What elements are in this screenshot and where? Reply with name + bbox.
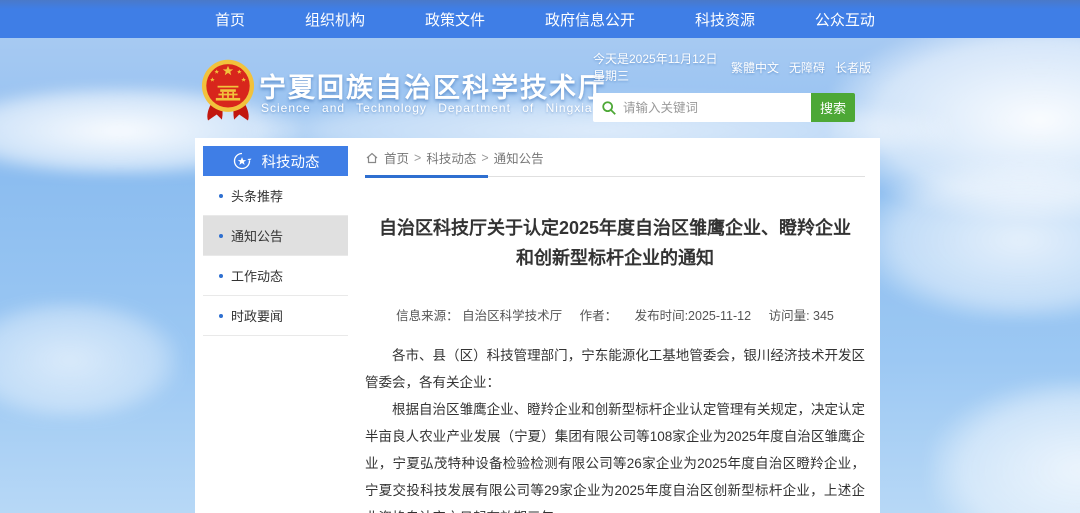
meta-visits: 访问量: 345	[769, 309, 834, 323]
breadcrumb-home[interactable]: 首页	[384, 148, 409, 167]
sidebar-item-label: 通知公告	[231, 226, 283, 245]
nav-item-home[interactable]: 首页	[215, 9, 245, 30]
nav-item-policy[interactable]: 政策文件	[425, 9, 485, 30]
nav-item-gov-info[interactable]: 政府信息公开	[545, 9, 635, 30]
national-emblem-logo	[200, 58, 256, 124]
bullet-dot	[219, 194, 223, 198]
sidebar-title: 科技动态	[262, 151, 320, 172]
sidebar: 科技动态 头条推荐 通知公告 工作动态 时政要闻	[203, 146, 348, 336]
site-title: 宁夏回族自治区科学技术厅	[259, 66, 607, 105]
search-box	[593, 93, 811, 122]
sidebar-item-notices[interactable]: 通知公告	[203, 216, 348, 256]
sidebar-item-label: 工作动态	[231, 266, 283, 285]
nav-item-interaction[interactable]: 公众互动	[815, 9, 875, 30]
main-panel: 科技动态 头条推荐 通知公告 工作动态 时政要闻	[195, 138, 880, 513]
meta-source: 信息来源： 自治区科学技术厅	[396, 309, 562, 323]
article-title-line1: 自治区科技厅关于认定2025年度自治区雏鹰企业、瞪羚企业	[365, 213, 865, 243]
nav-item-organization[interactable]: 组织机构	[305, 9, 365, 30]
article-paragraph: 各市、县（区）科技管理部门，宁东能源化工基地管委会，银川经济技术开发区管委会，各…	[365, 342, 865, 396]
sidebar-item-headlines[interactable]: 头条推荐	[203, 176, 348, 216]
home-icon	[365, 151, 379, 165]
breadcrumb-underline	[365, 175, 488, 178]
article-content: 首页 > 科技动态 > 通知公告 自治区科技厅关于认定2025年度自治区雏鹰企业…	[365, 148, 865, 513]
top-nav: 首页 组织机构 政策文件 政府信息公开 科技资源 公众互动	[0, 0, 1080, 38]
search-icon	[601, 100, 617, 116]
breadcrumb-separator: >	[481, 151, 488, 165]
meta-publish-time: 发布时间:2025-11-12	[635, 309, 752, 323]
today-date: 今天是2025年11月12日 星期三	[593, 50, 731, 84]
sidebar-item-work-news[interactable]: 工作动态	[203, 256, 348, 296]
sidebar-header: 科技动态	[203, 146, 348, 176]
article-title-line2: 和创新型标杆企业的通知	[365, 243, 865, 273]
nav-item-resources[interactable]: 科技资源	[695, 9, 755, 30]
meta-author: 作者：	[580, 309, 618, 323]
bullet-dot	[219, 274, 223, 278]
link-traditional-chinese[interactable]: 繁體中文	[731, 59, 779, 76]
link-elder-version[interactable]: 长者版	[835, 59, 871, 76]
bullet-dot	[219, 234, 223, 238]
cloud-decoration	[930, 380, 1080, 513]
breadcrumb-separator: >	[414, 151, 421, 165]
breadcrumb: 首页 > 科技动态 > 通知公告	[365, 148, 865, 177]
article-meta: 信息来源： 自治区科学技术厅 作者： 发布时间:2025-11-12 访问量: …	[365, 305, 865, 324]
site-header: 宁夏回族自治区科学技术厅 Science and Technology Depa…	[195, 38, 880, 138]
article-title: 自治区科技厅关于认定2025年度自治区雏鹰企业、瞪羚企业 和创新型标杆企业的通知	[365, 213, 865, 273]
cloud-decoration	[0, 300, 180, 420]
circular-arrow-star-icon	[232, 151, 252, 171]
sidebar-item-politics-news[interactable]: 时政要闻	[203, 296, 348, 336]
search-button[interactable]: 搜索	[811, 93, 855, 122]
breadcrumb-notices[interactable]: 通知公告	[494, 148, 544, 167]
site-subtitle: Science and Technology Department of Nin…	[261, 101, 593, 115]
sidebar-item-label: 时政要闻	[231, 306, 283, 325]
link-accessibility[interactable]: 无障碍	[789, 59, 825, 76]
article-paragraph: 根据自治区雏鹰企业、瞪羚企业和创新型标杆企业认定管理有关规定，决定认定半亩良人农…	[365, 396, 865, 513]
breadcrumb-tech-news[interactable]: 科技动态	[426, 148, 476, 167]
search-input[interactable]	[623, 101, 803, 115]
cloud-decoration	[860, 160, 1080, 320]
page: 首页 组织机构 政策文件 政府信息公开 科技资源 公众互动	[0, 0, 1080, 513]
article-body: 各市、县（区）科技管理部门，宁东能源化工基地管委会，银川经济技术开发区管委会，各…	[365, 342, 865, 513]
bullet-dot	[219, 314, 223, 318]
sidebar-item-label: 头条推荐	[231, 186, 283, 205]
